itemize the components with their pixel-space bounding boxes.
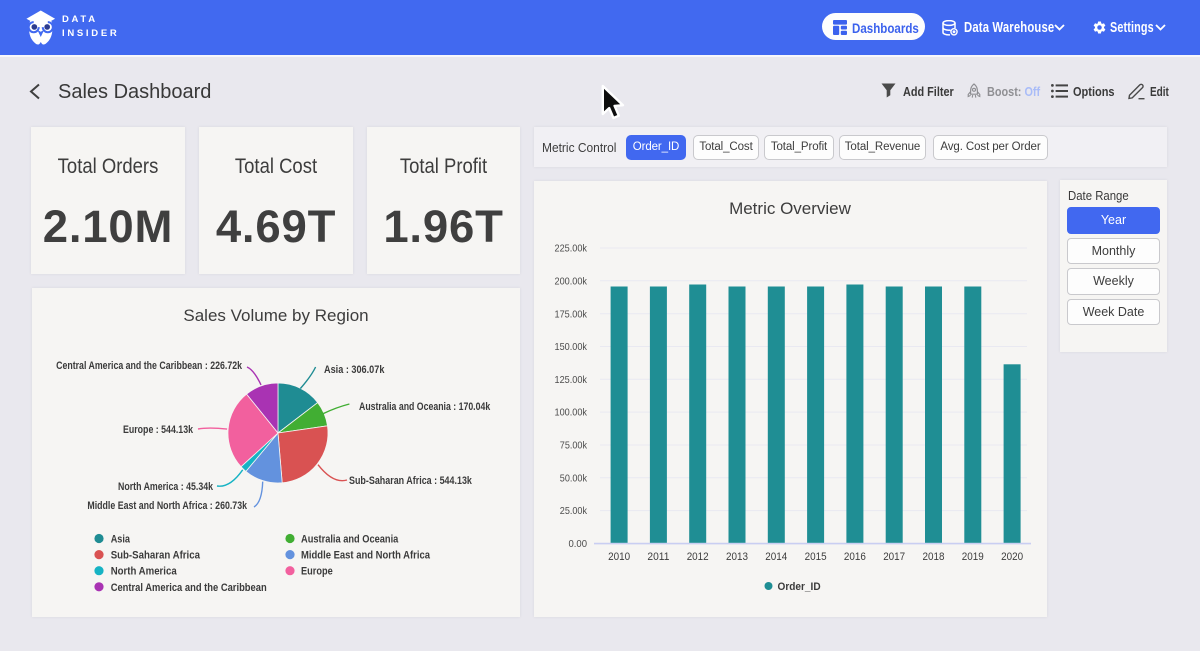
svg-text:2018: 2018 [923,551,945,563]
svg-text:2019: 2019 [962,551,984,563]
svg-text:125.00k: 125.00k [555,374,588,386]
svg-text:Australia and Oceania : 170.04: Australia and Oceania : 170.04k [359,401,491,413]
svg-text:200.00k: 200.00k [555,275,588,287]
svg-text:0.00: 0.00 [569,538,588,550]
svg-text:25.00k: 25.00k [560,505,588,517]
svg-text:Asia: Asia [111,534,131,546]
svg-text:2015: 2015 [805,551,827,563]
svg-text:2016: 2016 [844,551,866,563]
svg-text:Middle East and North Africa: Middle East and North Africa [301,550,431,562]
svg-text:75.00k: 75.00k [560,440,588,452]
svg-text:Sub-Saharan Africa : 544.13k: Sub-Saharan Africa : 544.13k [349,475,473,487]
svg-text:Order_ID: Order_ID [778,581,821,593]
svg-text:100.00k: 100.00k [555,407,588,419]
svg-text:Central America and the Caribb: Central America and the Caribbean : 226.… [56,360,243,372]
svg-text:2020: 2020 [1001,551,1023,563]
svg-text:Sales Volume by Region: Sales Volume by Region [183,306,368,325]
svg-text:175.00k: 175.00k [555,308,588,320]
svg-text:Middle East and North Africa :: Middle East and North Africa : 260.73k [87,500,247,512]
svg-text:2017: 2017 [883,551,905,563]
svg-text:50.00k: 50.00k [560,472,588,484]
svg-text:Europe: Europe [301,566,333,578]
svg-text:Europe : 544.13k: Europe : 544.13k [123,424,194,436]
svg-text:2014: 2014 [765,551,787,563]
svg-text:Metric Overview: Metric Overview [729,199,852,218]
svg-text:2010: 2010 [608,551,630,563]
svg-text:225.00k: 225.00k [555,243,588,255]
svg-text:2013: 2013 [726,551,748,563]
svg-text:2012: 2012 [687,551,709,563]
svg-text:Australia and Oceania: Australia and Oceania [301,534,399,546]
svg-text:Asia : 306.07k: Asia : 306.07k [324,364,385,376]
svg-text:2011: 2011 [647,551,669,563]
svg-text:North America: North America [111,566,178,578]
svg-text:North America : 45.34k: North America : 45.34k [118,481,214,493]
svg-text:Sub-Saharan Africa: Sub-Saharan Africa [111,550,201,562]
svg-text:150.00k: 150.00k [555,341,588,353]
svg-text:Central America and the Caribb: Central America and the Caribbean [111,582,267,594]
